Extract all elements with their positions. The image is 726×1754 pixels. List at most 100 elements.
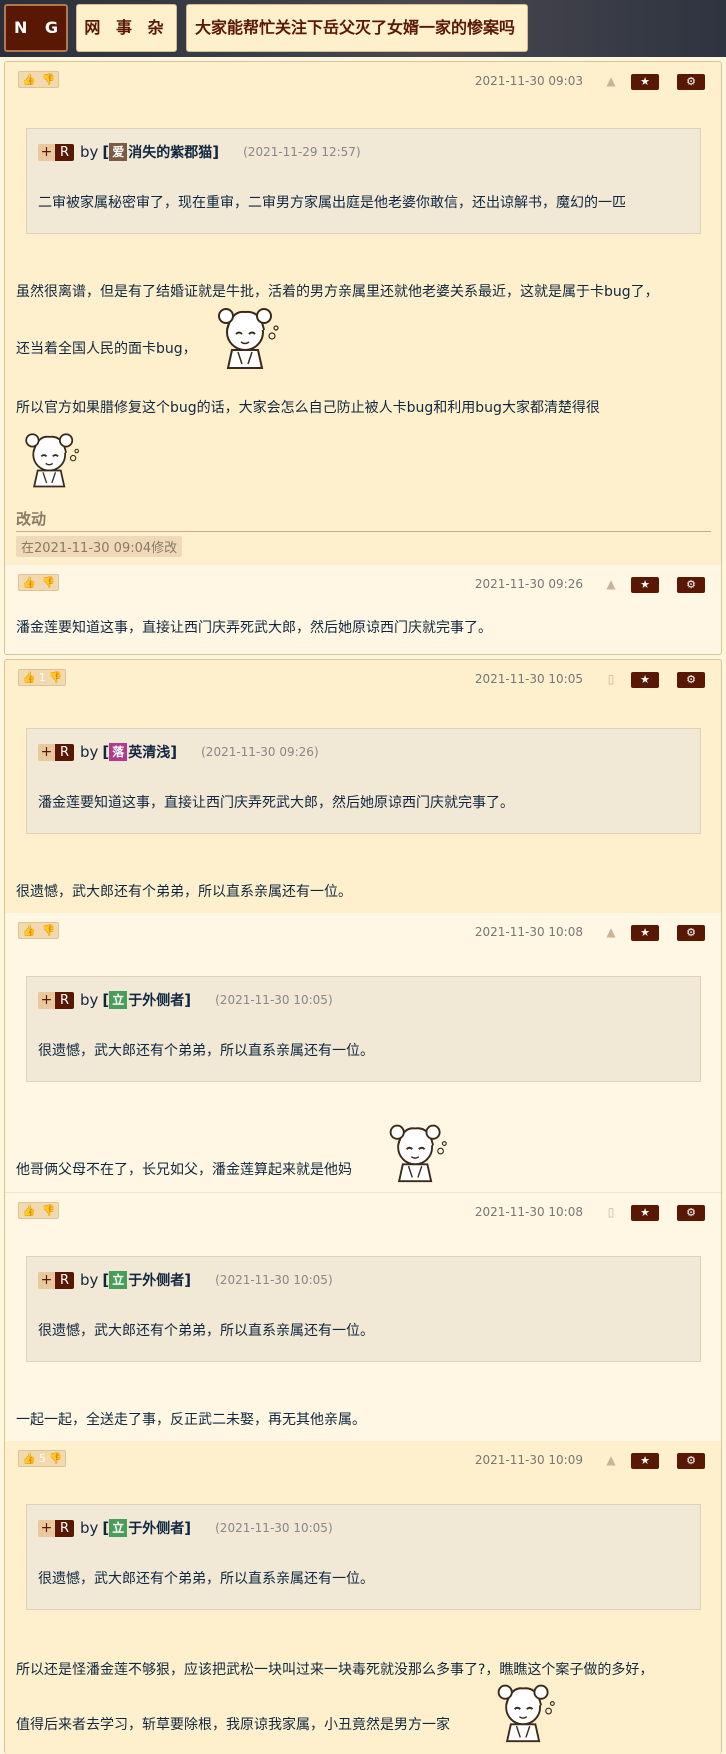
gear-button[interactable]: ⚙ [677,1453,705,1469]
plus-button[interactable]: + [38,143,55,161]
gear-button[interactable]: ⚙ [677,74,705,90]
thumbs-down-icon[interactable]: 👎 [49,671,63,684]
reply-button[interactable]: R [55,143,74,161]
post-text-line: 所以官方如果腊修复这个bug的话，大家会怎么自己防止被人卡bug和利用bug大家… [16,400,600,416]
post-date: 2021-11-30 10:08 [474,925,583,939]
quote-author[interactable]: 于外侧者 [128,990,184,1010]
gear-button[interactable]: ⚙ [677,672,705,688]
vote-buttons[interactable]: 👍 👎 [18,1202,60,1219]
star-button[interactable]: ★ [631,74,659,90]
android-icon: ▲ [606,1453,616,1467]
bracket: ] [170,743,178,761]
reply-button[interactable]: R [55,743,74,761]
divider [16,531,711,532]
quote-time: (2021-11-30 10:05) [215,1273,333,1287]
reply-button[interactable]: R [55,991,74,1009]
edit-heading: 改动 [16,510,47,528]
by-label: by [80,1519,99,1537]
by-label: by [80,1271,99,1289]
post-header: 👍 1 👎 2021-11-30 10:05 ▯ ★ ⚙ [5,660,721,700]
thumbs-down-icon[interactable]: 👎 [49,1452,63,1465]
reply-group: 👍 👎 2021-11-30 09:03 ▲ ★ ⚙ + R by [爱消失的紫郡猫… [4,61,722,655]
bracket: [ [102,1271,110,1289]
quote-author[interactable]: 于外侧者 [128,1270,184,1290]
vote-buttons[interactable]: 👍 👎 [18,574,60,591]
quote-text: 很遗憾，武大郎还有个弟弟，所以直系亲属还有一位。 [38,1043,374,1059]
quote-block: + R by [立于外侧者] (2021-11-30 10:05) 很遗憾，武大郎… [26,976,701,1082]
vote-buttons[interactable]: 👍 👎 [18,71,60,88]
user-avatar-badge: 立 [109,991,128,1009]
user-avatar-badge: 落 [109,743,128,761]
quote-text: 很遗憾，武大郎还有个弟弟，所以直系亲属还有一位。 [38,1571,374,1587]
post-text-line: 一起一起，全送走了事，反正武二未娶，再无其他亲属。 [16,1412,366,1428]
quote-author[interactable]: 英清浅 [128,742,170,762]
quote-text: 潘金莲要知道这事，直接让西门庆弄死武大郎，然后她原谅西门庆就完事了。 [38,795,514,811]
thumbs-up-icon[interactable]: 👍 [22,924,36,937]
thumbs-up-icon[interactable]: 👍 [22,1452,36,1465]
thread-title[interactable]: 大家能帮忙关注下岳父灭了女婿一家的惨案吗 [186,4,528,52]
quote-block: + R by [落英清浅] (2021-11-30 09:26) 潘金莲要知道这事… [26,728,701,834]
edit-note: 在2021-11-30 09:04修改 [16,536,183,557]
reply-button[interactable]: R [55,1519,74,1537]
vote-buttons[interactable]: 👍 👎 [18,922,60,939]
quote-author[interactable]: 消失的紫郡猫 [128,142,212,162]
star-button[interactable]: ★ [631,1205,659,1221]
quote-text: 很遗憾，武大郎还有个弟弟，所以直系亲属还有一位。 [38,1323,374,1339]
user-avatar-badge: 立 [109,1519,128,1537]
thumbs-up-icon[interactable]: 👍 [22,576,36,589]
bracket: ] [184,991,192,1009]
thumbs-up-icon[interactable]: 👍 [22,73,36,86]
bracket: [ [102,991,110,1009]
android-icon: ▲ [606,577,616,591]
breadcrumb-board[interactable]: 网 事 杂 谈 [76,4,177,83]
quote-time: (2021-11-30 10:05) [215,1521,333,1535]
star-button[interactable]: ★ [631,925,659,941]
post-header: 👍 👎 2021-11-30 09:03 ▲ ★ ⚙ [5,62,721,102]
post-date: 2021-11-30 09:26 [474,577,583,591]
bracket: [ [102,743,110,761]
reply-button[interactable]: R [55,1271,74,1289]
plus-button[interactable]: + [38,743,55,761]
vote-buttons[interactable]: 👍 5 👎 [18,1450,67,1467]
post-item: 👍 👎 2021-11-30 09:26 ▲ ★ ⚙ 潘金莲要知道这事，直接让西门… [5,565,721,654]
gear-button[interactable]: ⚙ [677,1205,705,1221]
plus-button[interactable]: + [38,1271,55,1289]
quote-header: + R by [爱消失的紫郡猫] (2021-11-29 12:57) [38,142,361,162]
thumbs-down-icon[interactable]: 👎 [42,73,56,86]
phone-icon: ▯ [607,672,615,686]
post-item: 👍 👎 2021-11-30 09:03 ▲ ★ ⚙ + R by [爱消失的紫郡猫… [5,62,721,565]
quote-block: + R by [爱消失的紫郡猫] (2021-11-29 12:57) 二审被家属… [26,128,701,234]
chibi-sticker [381,1119,453,1185]
chibi-sticker [15,428,87,490]
top-navigation-bar: N G A 网 事 杂 谈 大家能帮忙关注下岳父灭了女婿一家的惨案吗 [0,0,726,83]
by-label: by [80,991,99,1009]
phone-icon: ▯ [607,1205,615,1219]
post-date: 2021-11-30 10:08 [474,1205,583,1219]
gear-button[interactable]: ⚙ [677,577,705,593]
android-icon: ▲ [606,925,616,939]
star-button[interactable]: ★ [631,672,659,688]
bracket: ] [184,1271,192,1289]
thumbs-down-icon[interactable]: 👎 [42,924,56,937]
quote-header: + R by [立于外侧者] (2021-11-30 10:05) [38,1270,333,1290]
bracket: ] [184,1519,192,1537]
thumbs-up-icon[interactable]: 👍 [22,1204,36,1217]
thumbs-down-icon[interactable]: 👎 [42,1204,56,1217]
bracket: ] [212,143,220,161]
post-text-line: 所以还是怪潘金莲不够狠，应该把武松一块叫过来一块毒死就没那么多事了?，瞧瞧这个案… [16,1662,654,1678]
vote-count: 1 [38,671,46,684]
star-button[interactable]: ★ [631,1453,659,1469]
star-button[interactable]: ★ [631,577,659,593]
nga-logo[interactable]: N G A [4,4,68,81]
android-icon: ▲ [606,74,616,88]
quote-author[interactable]: 于外侧者 [128,1518,184,1538]
plus-button[interactable]: + [38,1519,55,1537]
gear-button[interactable]: ⚙ [677,925,705,941]
thumbs-up-icon[interactable]: 👍 [22,671,36,684]
post-text-line: 虽然很离谱，但是有了结婚证就是牛批，活着的男方亲属里还就他老婆关系最近，这就是属… [16,284,659,300]
vote-count: 5 [38,1452,46,1465]
vote-buttons[interactable]: 👍 1 👎 [18,669,67,686]
thumbs-down-icon[interactable]: 👎 [42,576,56,589]
plus-button[interactable]: + [38,991,55,1009]
post-item: 👍 👎 2021-11-30 10:08 ▲ ★ ⚙ + R by [立于外侧者] … [5,913,721,1192]
